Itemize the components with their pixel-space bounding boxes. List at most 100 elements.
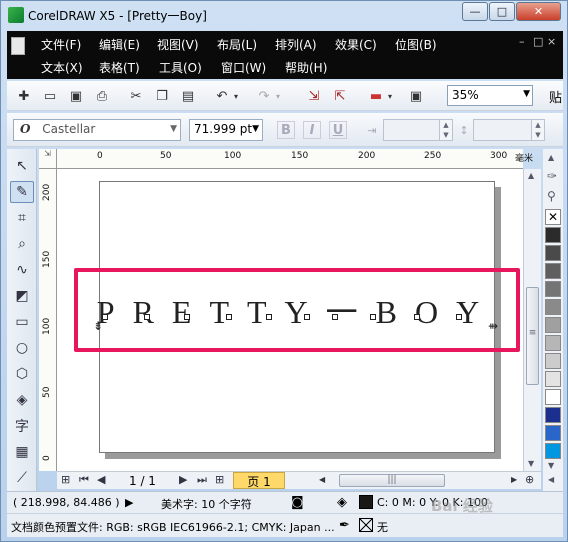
page-tab[interactable]: 页 1 bbox=[233, 472, 285, 489]
print-icon[interactable]: ⎙ bbox=[93, 87, 111, 105]
color-swatch-gray-40[interactable] bbox=[545, 335, 561, 351]
import-icon[interactable]: ⇲ bbox=[305, 87, 323, 105]
mdi-minimize-button[interactable]: – bbox=[519, 35, 525, 48]
color-swatch-navy[interactable] bbox=[545, 407, 561, 423]
dimension-tool-icon[interactable]: ⟋ bbox=[10, 467, 34, 489]
mdi-restore-button[interactable]: □ bbox=[533, 35, 543, 48]
scroll-right-icon[interactable]: ▶ bbox=[511, 475, 517, 484]
save-icon[interactable]: ▣ bbox=[67, 87, 85, 105]
color-swatch-blue[interactable] bbox=[545, 425, 561, 441]
scroll-left-icon[interactable]: ◀ bbox=[319, 475, 325, 484]
color-swatch-gray-50[interactable] bbox=[545, 317, 561, 333]
menu-tools[interactable]: 工具(O) bbox=[159, 59, 202, 76]
new-document-icon[interactable]: ✚ bbox=[15, 87, 33, 105]
zoom-tool-icon[interactable]: ⌕ bbox=[10, 233, 34, 255]
open-folder-icon[interactable]: ▭ bbox=[41, 87, 59, 105]
fill-bucket-icon[interactable]: ◈ bbox=[337, 495, 347, 510]
menu-layout[interactable]: 布局(L) bbox=[217, 36, 257, 53]
vertical-ruler[interactable]: 200 150 100 50 0 bbox=[39, 169, 57, 471]
menu-edit[interactable]: 编辑(E) bbox=[99, 36, 140, 53]
eyedropper-icon[interactable]: ✑ bbox=[547, 169, 557, 183]
palette-scroll-down-icon[interactable]: ▼ bbox=[548, 461, 554, 470]
menu-view[interactable]: 视图(V) bbox=[157, 36, 199, 53]
word-spacing-spinbox[interactable]: ▲ ▼ bbox=[473, 119, 545, 141]
welcome-screen-icon[interactable]: ▣ bbox=[407, 87, 425, 105]
add-page-icon[interactable]: ⊞ bbox=[61, 473, 70, 486]
color-swatch-gray-70[interactable] bbox=[545, 281, 561, 297]
underline-button[interactable]: U bbox=[329, 121, 347, 139]
publish-pdf-icon[interactable]: ▬ bbox=[367, 87, 385, 105]
paste-icon[interactable]: ▤ bbox=[179, 87, 197, 105]
color-swatch-gray-80[interactable] bbox=[545, 263, 561, 279]
crop-tool-icon[interactable]: ⌗ bbox=[10, 207, 34, 229]
snap-to-label[interactable]: 贴 bbox=[549, 87, 562, 106]
redo-dropdown-icon[interactable]: ▾ bbox=[273, 87, 283, 105]
close-button[interactable]: ✕ bbox=[516, 2, 561, 21]
palette-scroll-up-icon[interactable]: ▲ bbox=[548, 153, 554, 162]
rectangle-tool-icon[interactable]: ▭ bbox=[10, 311, 34, 333]
pick-tool-icon[interactable]: ↖ bbox=[10, 155, 34, 177]
vertical-scrollbar[interactable]: ▲ ≡ ▼ bbox=[523, 169, 541, 471]
menu-file[interactable]: 文件(F) bbox=[41, 36, 81, 53]
add-page-after-icon[interactable]: ⊞ bbox=[215, 473, 224, 486]
polygon-tool-icon[interactable]: ⬡ bbox=[10, 363, 34, 385]
copy-icon[interactable]: ❐ bbox=[153, 87, 171, 105]
zoom-navigator-icon[interactable]: ⊕ bbox=[525, 473, 534, 486]
redo-icon[interactable]: ↷ bbox=[255, 87, 273, 105]
color-swatch-gray-60[interactable] bbox=[545, 299, 561, 315]
palette-expand-icon[interactable]: ◀ bbox=[548, 475, 554, 484]
previous-page-icon[interactable]: ◀ bbox=[97, 473, 105, 486]
color-swatch-cyan[interactable] bbox=[545, 443, 561, 459]
export-icon[interactable]: ⇱ bbox=[331, 87, 349, 105]
cut-icon[interactable]: ✂ bbox=[127, 87, 145, 105]
menu-text[interactable]: 文本(X) bbox=[41, 59, 83, 76]
scroll-up-icon[interactable]: ▲ bbox=[528, 171, 534, 180]
freehand-tool-icon[interactable]: ∿ bbox=[10, 259, 34, 281]
color-profile-info[interactable]: 文档颜色预置文件: RGB: sRGB IEC61966-2.1; CMYK: … bbox=[11, 519, 335, 535]
color-swatch-white[interactable] bbox=[545, 389, 561, 405]
undo-icon[interactable]: ↶ bbox=[213, 87, 231, 105]
italic-button[interactable]: I bbox=[303, 121, 321, 139]
snap-icon[interactable]: ◙ bbox=[291, 495, 304, 510]
spinner-arrows-icon[interactable]: ▲ ▼ bbox=[439, 119, 453, 141]
color-swatch-black[interactable] bbox=[545, 227, 561, 243]
color-swatch-gray-20[interactable] bbox=[545, 371, 561, 387]
no-outline-swatch[interactable] bbox=[359, 518, 373, 532]
last-page-icon[interactable]: ⏭ bbox=[197, 473, 207, 487]
mdi-close-button[interactable]: × bbox=[547, 35, 556, 48]
bold-button[interactable]: B bbox=[277, 121, 295, 139]
shape-tool-icon[interactable]: ✎ bbox=[10, 181, 34, 203]
fill-color-swatch[interactable] bbox=[359, 495, 373, 509]
paintbucket-icon[interactable]: ⚲ bbox=[547, 189, 556, 203]
vertical-scroll-thumb[interactable]: ≡ bbox=[526, 287, 539, 385]
horizontal-ruler[interactable]: 0 50 100 150 200 250 300 bbox=[57, 149, 523, 169]
font-size-select[interactable]: 71.999 pt ▼ bbox=[189, 119, 263, 141]
ruler-origin[interactable]: ⇲ bbox=[39, 149, 57, 169]
zoom-level-select[interactable]: 35% ▼ bbox=[447, 85, 533, 106]
next-page-icon[interactable]: ▶ bbox=[179, 473, 187, 486]
undo-dropdown-icon[interactable]: ▾ bbox=[231, 87, 241, 105]
expand-arrow-icon[interactable]: ▶ bbox=[125, 496, 133, 509]
pen-nib-icon[interactable]: ✒ bbox=[339, 518, 350, 533]
menu-window[interactable]: 窗口(W) bbox=[221, 59, 266, 76]
restore-button[interactable]: □ bbox=[489, 2, 515, 21]
font-list-select[interactable]: O Castellar ▼ bbox=[13, 119, 181, 141]
basic-shapes-tool-icon[interactable]: ◈ bbox=[10, 389, 34, 411]
menu-effects[interactable]: 效果(C) bbox=[335, 36, 377, 53]
table-tool-icon[interactable]: ▦ bbox=[10, 441, 34, 463]
ellipse-tool-icon[interactable]: ○ bbox=[10, 337, 34, 359]
application-launcher-dropdown-icon[interactable]: ▾ bbox=[385, 87, 395, 105]
no-color-swatch[interactable]: ✕ bbox=[545, 209, 561, 225]
first-page-icon[interactable]: ⏮ bbox=[79, 473, 89, 487]
scroll-down-icon[interactable]: ▼ bbox=[528, 459, 534, 468]
spinner-arrows-icon[interactable]: ▲ ▼ bbox=[531, 119, 545, 141]
menu-bitmaps[interactable]: 位图(B) bbox=[395, 36, 437, 53]
color-swatch-gray-30[interactable] bbox=[545, 353, 561, 369]
character-spacing-spinbox[interactable]: ▲ ▼ bbox=[383, 119, 453, 141]
horizontal-scroll-thumb[interactable]: ||| bbox=[339, 474, 445, 487]
color-swatch-gray-90[interactable] bbox=[545, 245, 561, 261]
menu-arrange[interactable]: 排列(A) bbox=[275, 36, 317, 53]
menu-table[interactable]: 表格(T) bbox=[99, 59, 140, 76]
smart-fill-tool-icon[interactable]: ◩ bbox=[10, 285, 34, 307]
minimize-button[interactable]: — bbox=[462, 2, 488, 21]
